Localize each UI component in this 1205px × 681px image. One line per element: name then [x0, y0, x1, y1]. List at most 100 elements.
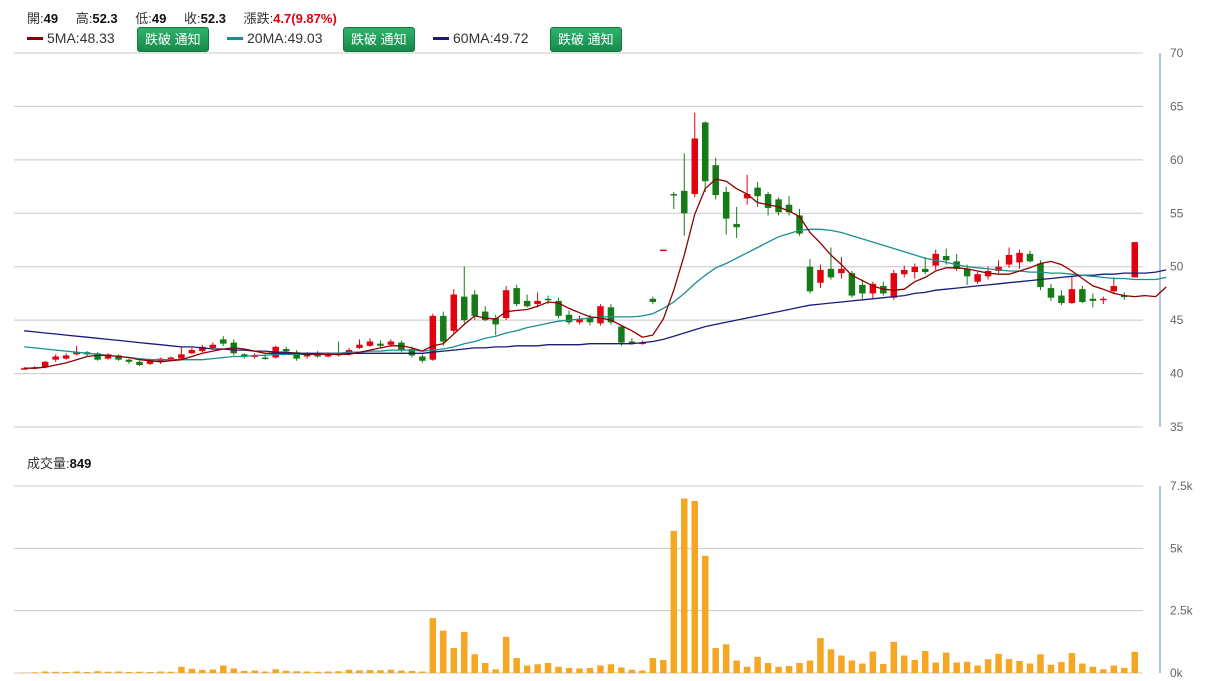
candle-body[interactable]: [356, 344, 363, 348]
volume-bar[interactable]: [785, 666, 793, 673]
candle-body[interactable]: [1068, 289, 1076, 304]
candle-body[interactable]: [827, 268, 835, 278]
volume-bar[interactable]: [1058, 662, 1065, 673]
candle-body[interactable]: [921, 268, 929, 273]
volume-bar[interactable]: [932, 662, 939, 673]
volume-bar[interactable]: [597, 665, 604, 673]
candle-body[interactable]: [660, 249, 667, 252]
candle-body[interactable]: [136, 361, 143, 366]
volume-bar[interactable]: [41, 671, 49, 673]
volume-bar[interactable]: [136, 671, 143, 673]
volume-bar[interactable]: [963, 661, 971, 673]
candle-body[interactable]: [681, 190, 688, 214]
volume-bar[interactable]: [754, 656, 761, 673]
candle-body[interactable]: [544, 298, 552, 301]
candle-body[interactable]: [722, 191, 730, 219]
volume-bar[interactable]: [1016, 661, 1023, 673]
candle-body[interactable]: [125, 359, 133, 362]
candle-body[interactable]: [942, 256, 950, 261]
candle-body[interactable]: [534, 300, 541, 305]
volume-bar[interactable]: [272, 669, 279, 673]
volume-bar[interactable]: [1121, 668, 1128, 673]
volume-bar[interactable]: [52, 671, 59, 673]
candle-body[interactable]: [1037, 263, 1044, 288]
candle-body[interactable]: [440, 315, 447, 342]
candle-body[interactable]: [764, 194, 772, 208]
candle-body[interactable]: [1089, 298, 1097, 301]
candle-body[interactable]: [513, 288, 520, 305]
volume-bar[interactable]: [356, 670, 363, 673]
candle-body[interactable]: [1110, 285, 1118, 292]
volume-bar[interactable]: [984, 659, 992, 673]
candle-body[interactable]: [62, 355, 70, 359]
volume-bar[interactable]: [408, 671, 416, 673]
volume-bar[interactable]: [502, 636, 510, 673]
candle-body[interactable]: [1005, 254, 1013, 265]
candle-body[interactable]: [387, 341, 395, 345]
volume-bar[interactable]: [104, 671, 112, 673]
volume-bar[interactable]: [880, 664, 887, 673]
volume-bar[interactable]: [838, 655, 845, 673]
volume-bar[interactable]: [901, 655, 908, 673]
volume-bar[interactable]: [1037, 654, 1044, 673]
volume-bar[interactable]: [157, 671, 164, 673]
volume-bar[interactable]: [335, 671, 342, 673]
volume-bar[interactable]: [701, 555, 709, 673]
candle-body[interactable]: [911, 266, 919, 273]
candle-body[interactable]: [261, 357, 269, 360]
candle-body[interactable]: [450, 294, 458, 331]
volume-bar[interactable]: [513, 658, 520, 673]
candle-body[interactable]: [670, 194, 678, 196]
volume-bar[interactable]: [220, 665, 227, 673]
volume-bar[interactable]: [492, 669, 499, 673]
volume-bar[interactable]: [712, 648, 719, 673]
candle-body[interactable]: [817, 269, 824, 283]
volume-bar[interactable]: [377, 670, 384, 673]
volume-bar[interactable]: [94, 671, 101, 673]
candle-body[interactable]: [1047, 288, 1055, 298]
volume-bar[interactable]: [921, 651, 929, 673]
candle-body[interactable]: [1131, 242, 1139, 278]
volume-bar[interactable]: [471, 654, 478, 673]
volume-bar[interactable]: [167, 671, 175, 673]
volume-bar[interactable]: [639, 670, 646, 673]
volume-bar[interactable]: [146, 672, 154, 673]
volume-bar[interactable]: [440, 630, 447, 673]
candle-body[interactable]: [188, 350, 196, 354]
volume-bar[interactable]: [681, 498, 688, 673]
volume-bar[interactable]: [1110, 665, 1118, 673]
candle-body[interactable]: [754, 187, 761, 197]
volume-bar[interactable]: [73, 671, 80, 673]
volume-bar[interactable]: [387, 669, 395, 673]
volume-bar[interactable]: [911, 660, 919, 673]
candle-body[interactable]: [691, 138, 698, 195]
volume-bar[interactable]: [1089, 666, 1097, 673]
candle-body[interactable]: [178, 354, 185, 359]
volume-bar[interactable]: [628, 669, 636, 673]
candle-body[interactable]: [1026, 253, 1034, 262]
volume-bar[interactable]: [534, 664, 541, 673]
volume-bar[interactable]: [1100, 669, 1107, 673]
candle-body[interactable]: [523, 300, 531, 307]
candle-body[interactable]: [649, 298, 657, 302]
volume-bar[interactable]: [366, 670, 374, 673]
candle-body[interactable]: [565, 314, 573, 323]
volume-bar[interactable]: [859, 663, 866, 673]
volume-bar[interactable]: [324, 671, 332, 673]
volume-bar[interactable]: [1079, 663, 1086, 673]
volume-bar[interactable]: [869, 651, 877, 673]
volume-bar[interactable]: [178, 666, 185, 673]
volume-bar[interactable]: [691, 500, 698, 673]
candle-body[interactable]: [628, 341, 636, 344]
volume-bar[interactable]: [481, 663, 489, 673]
volume-bar[interactable]: [450, 648, 458, 673]
volume-bar[interactable]: [764, 663, 772, 673]
volume-bar[interactable]: [345, 669, 353, 673]
volume-bar[interactable]: [1026, 663, 1034, 673]
volume-bar[interactable]: [115, 671, 122, 673]
volume-bar[interactable]: [890, 641, 898, 673]
volume-bar[interactable]: [576, 668, 583, 673]
volume-bar[interactable]: [1047, 664, 1055, 673]
volume-bar[interactable]: [848, 660, 856, 673]
volume-bar[interactable]: [1068, 653, 1076, 673]
